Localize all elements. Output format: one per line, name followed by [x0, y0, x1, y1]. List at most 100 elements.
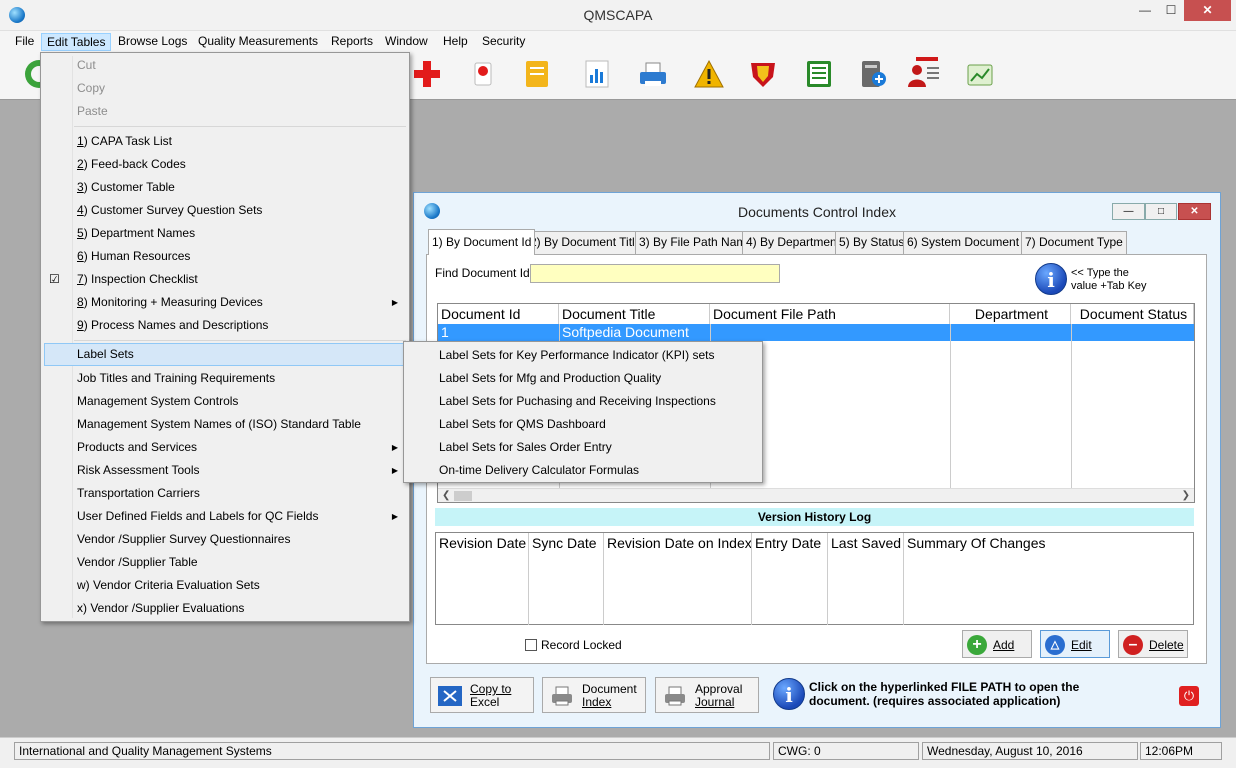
column-header[interactable]: Document Status	[1071, 304, 1194, 324]
menu-item-copy[interactable]: Copy	[44, 77, 406, 100]
add-icon[interactable]	[410, 57, 444, 91]
tab-by-department[interactable]: 4) By Department	[742, 231, 845, 254]
report-icon[interactable]	[962, 57, 996, 91]
menu-quality-measurements[interactable]: Quality Measurements	[193, 33, 323, 51]
menu-item-process-names[interactable]: 9) Process Names and Descriptions	[44, 314, 406, 337]
menu-item-risk-assessment[interactable]: Risk Assessment Tools ▶	[44, 459, 406, 482]
menu-item-human-resources[interactable]: 6) Human Resources	[44, 245, 406, 268]
copy-to-excel-button[interactable]: Copy to Excel	[430, 677, 534, 713]
checkbox-box[interactable]	[525, 639, 537, 651]
checklist-icon[interactable]	[802, 57, 836, 91]
child-close-button[interactable]: ✕	[1178, 203, 1211, 220]
menu-item-user-defined-fields[interactable]: User Defined Fields and Labels for QC Fi…	[44, 505, 406, 528]
scroll-right-icon[interactable]: ❯	[1182, 489, 1190, 503]
menu-item-customer-survey[interactable]: 4) Customer Survey Question Sets	[44, 199, 406, 222]
scrollbar-thumb[interactable]	[454, 491, 472, 501]
menu-bar: File Edit Tables Browse Logs Quality Mea…	[0, 31, 1236, 52]
column-header[interactable]: Last Saved	[828, 533, 904, 625]
menu-item-feedback-codes[interactable]: 2) Feed-back Codes	[44, 153, 406, 176]
child-maximize-button[interactable]: □	[1145, 203, 1177, 220]
column-header[interactable]: Revision Date on Index	[604, 533, 752, 625]
close-button[interactable]: ✕	[1184, 0, 1231, 21]
record-locked-label: Record Locked	[541, 638, 622, 652]
horizontal-scrollbar[interactable]: ❮ ❯	[438, 488, 1194, 502]
tab-by-document-title[interactable]: 2) By Document Title	[526, 231, 646, 254]
tab-by-status[interactable]: 5) By Status	[835, 231, 909, 254]
submenu-item-sales-order[interactable]: Label Sets for Sales Order Entry	[407, 436, 759, 459]
submenu-item-delivery-calculator[interactable]: On-time Delivery Calculator Formulas	[407, 459, 759, 482]
status-cwg: CWG: 0	[773, 742, 919, 760]
chart-icon[interactable]	[580, 57, 614, 91]
maximize-button[interactable]: ☐	[1158, 0, 1184, 21]
info-icon: i	[1035, 263, 1067, 295]
menu-help[interactable]: Help	[438, 33, 473, 51]
menu-security[interactable]: Security	[477, 33, 530, 51]
add-button[interactable]: + Add	[962, 630, 1032, 658]
edit-button[interactable]: △ Edit	[1040, 630, 1110, 658]
column-header[interactable]: Document Id	[438, 304, 559, 324]
printer-icon[interactable]	[636, 57, 670, 91]
column-header[interactable]: Sync Date	[529, 533, 604, 625]
menu-item-inspection-checklist[interactable]: ☑ 7) Inspection Checklist	[44, 268, 406, 291]
menu-window[interactable]: Window	[380, 33, 433, 51]
menu-item-capa-task-list[interactable]: 1) CAPA Task List	[44, 130, 406, 153]
tab-document-type[interactable]: 7) Document Type	[1021, 231, 1127, 254]
record-locked-checkbox[interactable]: Record Locked	[525, 638, 622, 652]
menu-item-label-sets[interactable]: Label Sets	[44, 343, 406, 366]
child-minimize-button[interactable]: —	[1112, 203, 1145, 220]
delete-button[interactable]: – Delete	[1118, 630, 1188, 658]
find-document-input[interactable]	[530, 264, 780, 283]
menu-item-products-services[interactable]: Products and Services ▶	[44, 436, 406, 459]
tab-system-document-id[interactable]: 6) System Document Id	[903, 231, 1037, 254]
column-header[interactable]: Summary Of Changes	[904, 533, 1193, 625]
menu-item-management-controls[interactable]: Management System Controls	[44, 390, 406, 413]
menu-item-vendor-criteria[interactable]: w) Vendor Criteria Evaluation Sets	[44, 574, 406, 597]
submenu-item-qms-dashboard[interactable]: Label Sets for QMS Dashboard	[407, 413, 759, 436]
menu-item-vendor-evaluations[interactable]: x) Vendor /Supplier Evaluations	[44, 597, 406, 620]
menu-browse-logs[interactable]: Browse Logs	[113, 33, 192, 51]
printer-icon	[552, 686, 572, 706]
column-header[interactable]: Document Title	[559, 304, 710, 324]
document-index-label: Document Index	[582, 682, 637, 709]
menu-item-job-titles[interactable]: Job Titles and Training Requirements	[44, 367, 406, 390]
column-header[interactable]: Document File Path	[710, 304, 950, 324]
check-icon: ☑	[49, 272, 60, 286]
column-header[interactable]: Department	[950, 304, 1071, 324]
menu-item-vendor-questionnaires[interactable]: Vendor /Supplier Survey Questionnaires	[44, 528, 406, 551]
column-header[interactable]: Revision Date	[436, 533, 529, 625]
notes-icon[interactable]	[520, 57, 554, 91]
menu-item-department-names[interactable]: 5) Department Names	[44, 222, 406, 245]
user-card-icon[interactable]	[906, 57, 940, 91]
scroll-left-icon[interactable]: ❮	[442, 489, 450, 503]
cell-status	[1071, 324, 1194, 341]
cell-file-path[interactable]	[710, 324, 950, 341]
power-icon[interactable]: ⏻	[1179, 686, 1199, 706]
child-title-bar: Documents Control Index — □ ✕	[414, 193, 1220, 227]
warning-icon[interactable]	[692, 57, 726, 91]
submenu-item-kpi[interactable]: Label Sets for Key Performance Indicator…	[407, 344, 759, 367]
tab-by-document-id[interactable]: 1) By Document Id	[428, 229, 536, 255]
menu-file[interactable]: File	[10, 33, 39, 51]
approval-journal-button[interactable]: Approval Journal	[655, 677, 759, 713]
menu-item-iso-standards[interactable]: Management System Names of (ISO) Standar…	[44, 413, 406, 436]
menu-item-cut[interactable]: Cut	[44, 54, 406, 77]
menu-reports[interactable]: Reports	[326, 33, 378, 51]
table-row[interactable]: 1 Softpedia Document	[438, 324, 1194, 341]
submenu-item-mfg-quality[interactable]: Label Sets for Mfg and Production Qualit…	[407, 367, 759, 390]
menu-item-customer-table[interactable]: 3) Customer Table	[44, 176, 406, 199]
menu-item-vendor-table[interactable]: Vendor /Supplier Table	[44, 551, 406, 574]
tab-by-file-path-name[interactable]: 3) By File Path Name	[635, 231, 758, 254]
first-aid-icon[interactable]	[466, 57, 500, 91]
menu-item-transportation-carriers[interactable]: Transportation Carriers	[44, 482, 406, 505]
minimize-button[interactable]: —	[1132, 0, 1158, 21]
menu-edit-tables[interactable]: Edit Tables	[41, 33, 112, 51]
submenu-item-purchasing[interactable]: Label Sets for Puchasing and Receiving I…	[407, 390, 759, 413]
shield-icon[interactable]	[746, 57, 780, 91]
document-index-button[interactable]: Document Index	[542, 677, 646, 713]
menu-item-paste[interactable]: Paste	[44, 100, 406, 123]
plus-icon: +	[967, 635, 987, 655]
version-history-grid[interactable]: Revision Date Sync Date Revision Date on…	[435, 532, 1194, 625]
settings-add-icon[interactable]	[856, 57, 890, 91]
menu-item-monitoring-devices[interactable]: 8) Monitoring + Measuring Devices ▶	[44, 291, 406, 314]
column-header[interactable]: Entry Date	[752, 533, 828, 625]
